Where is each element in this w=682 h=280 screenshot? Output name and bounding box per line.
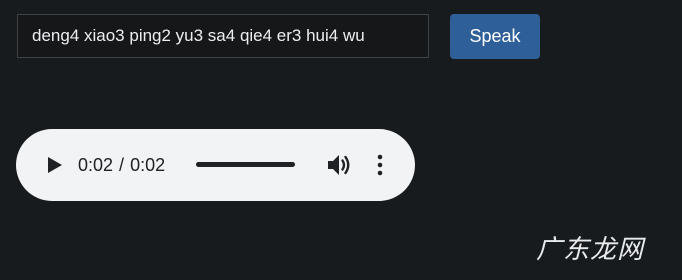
- duration: 0:02: [130, 155, 166, 175]
- audio-player: 0:02/0:02: [16, 129, 415, 201]
- time-separator: /: [119, 155, 125, 175]
- more-options-button[interactable]: [371, 151, 389, 179]
- watermark-logo: 广东龙网: [536, 235, 645, 265]
- more-vertical-icon: [377, 154, 383, 176]
- progress-fill: [196, 162, 295, 167]
- play-button[interactable]: [42, 153, 66, 177]
- speak-button[interactable]: Speak: [450, 14, 540, 59]
- pinyin-text-input[interactable]: [17, 14, 429, 58]
- volume-icon: [328, 155, 350, 175]
- volume-button[interactable]: [326, 151, 352, 179]
- current-time: 0:02: [78, 155, 114, 175]
- play-icon: [48, 157, 62, 173]
- page: Speak 0:02/0:02 广: [0, 0, 682, 280]
- progress-slider[interactable]: [196, 162, 295, 167]
- time-display: 0:02/0:02: [78, 153, 165, 177]
